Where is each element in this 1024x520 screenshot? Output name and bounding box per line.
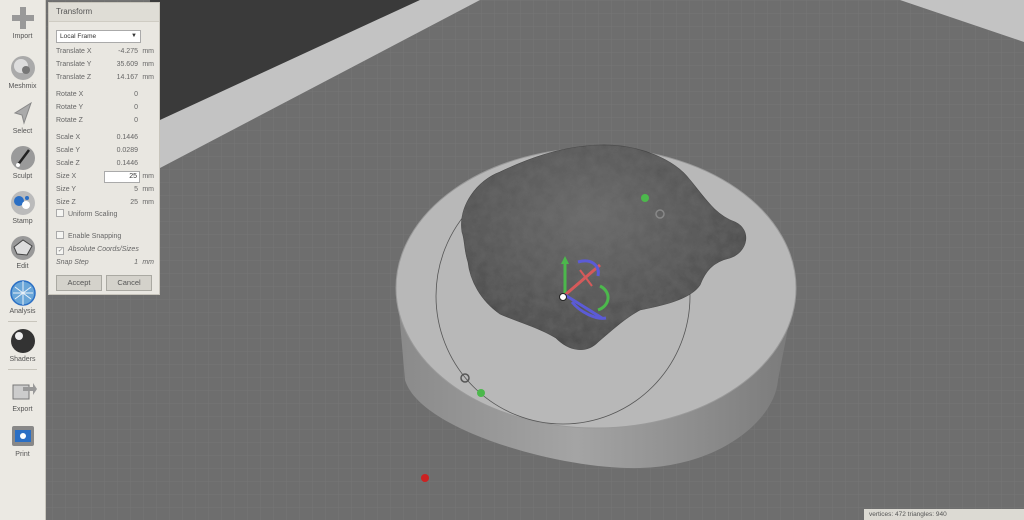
toolbar-label: Shaders — [9, 356, 36, 363]
rotate-x-value[interactable]: 0 — [134, 89, 138, 101]
toolbar-label: Import — [12, 33, 33, 40]
panel-title[interactable]: Transform — [49, 3, 159, 22]
toolbar-edit[interactable]: Edit — [0, 234, 45, 271]
rotate-z-label: Rotate Z — [56, 117, 83, 124]
select-arrow-icon — [13, 101, 32, 125]
accept-button[interactable]: Accept — [56, 275, 102, 291]
scale-y-row[interactable]: Scale Y 0.0289 — [56, 145, 152, 157]
size-y-row[interactable]: Size Y 5 mm — [56, 184, 154, 196]
size-x-label: Size X — [56, 173, 77, 180]
unit-label: mm — [142, 186, 154, 193]
chevron-down-icon: ▼ — [131, 33, 137, 39]
left-toolbar: Import Meshmix Select Sculpt Stamp Edit … — [0, 0, 46, 520]
green-handle — [641, 194, 649, 202]
absolute-coords-label: Absolute Coords/Sizes — [68, 246, 139, 253]
scale-y-value[interactable]: 0.0289 — [117, 145, 138, 157]
toolbar-sculpt[interactable]: Sculpt — [0, 144, 45, 181]
rotate-x-row[interactable]: Rotate X 0 — [56, 89, 152, 101]
snap-step-label: Snap Step — [56, 259, 89, 266]
size-z-value[interactable]: 25 — [130, 197, 138, 209]
translate-z-value[interactable]: 14.167 — [117, 72, 138, 84]
status-bar: vertices: 472 triangles: 940 — [864, 509, 1024, 520]
uniform-scaling-label: Uniform Scaling — [68, 211, 118, 218]
rotate-z-row[interactable]: Rotate Z 0 — [56, 115, 152, 127]
toolbar-label: Export — [12, 406, 33, 413]
toolbar-label: Select — [12, 128, 33, 135]
size-z-row[interactable]: Size Z 25 mm — [56, 197, 154, 209]
scale-x-label: Scale X — [56, 134, 81, 141]
toolbar-export[interactable]: Export — [0, 377, 45, 414]
rotate-x-label: Rotate X — [56, 91, 84, 98]
toolbar-analysis[interactable]: Analysis — [0, 279, 45, 316]
scale-z-row[interactable]: Scale Z 0.1446 — [56, 158, 152, 170]
toolbar-label: Edit — [16, 263, 29, 270]
enable-snapping-label: Enable Snapping — [68, 233, 122, 240]
rotate-z-value[interactable]: 0 — [134, 115, 138, 127]
scale-x-value[interactable]: 0.1446 — [117, 132, 138, 144]
print-icon — [11, 426, 34, 446]
translate-x-row[interactable]: Translate X -4.275 mm — [56, 46, 154, 58]
translate-y-value[interactable]: 35.609 — [117, 59, 138, 71]
scale-z-value[interactable]: 0.1446 — [117, 158, 138, 170]
size-y-value[interactable]: 5 — [134, 184, 138, 196]
toolbar-label: Stamp — [12, 218, 33, 225]
checkbox-box[interactable] — [56, 209, 64, 217]
check-icon[interactable]: ✓ — [56, 247, 64, 255]
stamp-icon — [10, 191, 35, 215]
toolbar-label: Meshmix — [8, 83, 37, 90]
enable-snapping-checkbox[interactable]: Enable Snapping — [56, 231, 121, 243]
snap-step-row[interactable]: Snap Step 1 mm — [56, 257, 154, 269]
brush-icon — [10, 146, 35, 170]
size-z-label: Size Z — [56, 199, 76, 206]
toolbar-label: Sculpt — [12, 173, 33, 180]
checkbox-box[interactable] — [56, 231, 64, 239]
unit-label: mm — [142, 74, 154, 81]
toolbar-print[interactable]: Print — [0, 422, 45, 459]
size-y-label: Size Y — [56, 186, 77, 193]
frame-dropdown-value: Local Frame — [60, 33, 97, 40]
size-x-row[interactable]: Size X 25 mm — [56, 171, 154, 183]
scale-x-row[interactable]: Scale X 0.1446 — [56, 132, 152, 144]
shaders-icon — [10, 329, 35, 353]
translate-z-label: Translate Z — [56, 74, 92, 81]
meshmix-icon — [10, 56, 35, 80]
scale-y-label: Scale Y — [56, 147, 80, 154]
toolbar-label: Print — [15, 451, 30, 458]
analysis-icon — [9, 280, 36, 306]
unit-label: mm — [142, 61, 154, 68]
absolute-coords-checkbox[interactable]: ✓ Absolute Coords/Sizes — [56, 244, 139, 256]
unit-label: mm — [142, 259, 154, 266]
translate-x-label: Translate X — [56, 48, 92, 55]
transform-panel: Transform Local Frame ▼ Translate X -4.2… — [48, 2, 160, 295]
frame-dropdown[interactable]: Local Frame ▼ — [56, 30, 141, 43]
size-x-input[interactable]: 25 — [104, 171, 140, 183]
rotate-y-row[interactable]: Rotate Y 0 — [56, 102, 152, 114]
uniform-scaling-checkbox[interactable]: Uniform Scaling — [56, 209, 117, 221]
translate-y-row[interactable]: Translate Y 35.609 mm — [56, 59, 154, 71]
unit-label: mm — [142, 199, 154, 206]
toolbar-divider — [8, 369, 37, 370]
red-point — [421, 474, 429, 482]
toolbar-meshmix[interactable]: Meshmix — [0, 54, 45, 91]
toolbar-label: Analysis — [9, 308, 36, 315]
translate-z-row[interactable]: Translate Z 14.167 mm — [56, 72, 154, 84]
scale-z-label: Scale Z — [56, 160, 80, 167]
export-icon — [12, 383, 37, 400]
unit-label: mm — [142, 48, 154, 55]
rotate-y-value[interactable]: 0 — [134, 102, 138, 114]
translate-y-label: Translate Y — [56, 61, 92, 68]
cancel-button[interactable]: Cancel — [106, 275, 152, 291]
toolbar-stamp[interactable]: Stamp — [0, 189, 45, 226]
toolbar-select[interactable]: Select — [0, 99, 45, 136]
snap-step-value[interactable]: 1 — [134, 257, 138, 269]
toolbar-import[interactable]: Import — [0, 4, 45, 41]
unit-label: mm — [142, 173, 154, 180]
translate-x-value[interactable]: -4.275 — [118, 46, 138, 58]
green-handle-2 — [477, 389, 485, 397]
plus-icon — [11, 7, 34, 29]
toolbar-shaders[interactable]: Shaders — [0, 327, 45, 364]
edit-icon — [10, 236, 35, 260]
rotate-y-label: Rotate Y — [56, 104, 84, 111]
toolbar-divider — [8, 321, 37, 322]
